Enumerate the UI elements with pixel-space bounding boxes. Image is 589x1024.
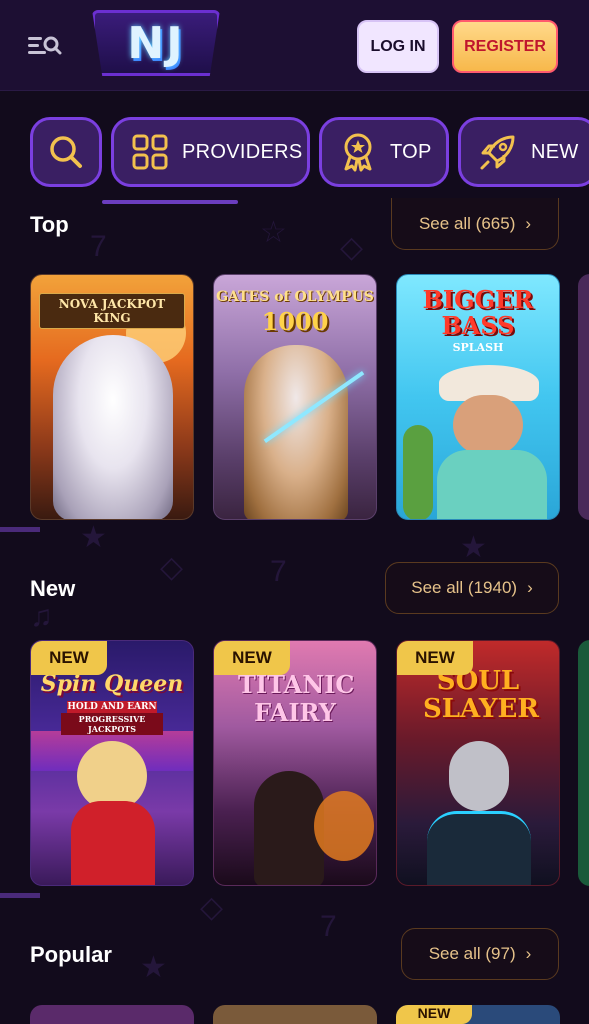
section-title-new: New: [30, 576, 76, 601]
new-badge: NEW: [31, 641, 107, 675]
chevron-right-icon: ›: [525, 213, 532, 233]
see-all-top-button[interactable]: See all (665) ›: [391, 198, 559, 250]
tab-top[interactable]: TOP: [319, 117, 449, 187]
logo-text: NJ: [127, 17, 185, 69]
game-title: TITANIC FAIRY: [238, 670, 355, 727]
game-card-nova-jackpot-king[interactable]: NOVA JACKPOT KING: [30, 274, 194, 520]
lion-figure: [53, 335, 173, 519]
register-button[interactable]: REGISTER: [452, 20, 558, 73]
game-card-partial[interactable]: [578, 640, 589, 886]
menu-search-button[interactable]: [26, 32, 62, 60]
tab-providers-label: PROVIDERS: [182, 140, 303, 163]
slayer-hair: [449, 741, 509, 811]
top-header: NJ LOG IN REGISTER: [0, 0, 589, 91]
site-logo[interactable]: NJ: [92, 10, 220, 76]
new-badge: NEW: [396, 1005, 472, 1024]
tab-top-label: TOP: [390, 140, 432, 163]
grid-icon: [132, 134, 168, 170]
see-all-new-label: See all (1940): [411, 578, 518, 597]
game-card-soul-slayer[interactable]: SOUL SLAYER NEW: [396, 640, 560, 886]
queen-dress: [71, 801, 155, 885]
game-card-spin-queen[interactable]: Spin Queen HOLD AND EARN PROGRESSIVE JAC…: [30, 640, 194, 886]
chevron-right-icon: ›: [527, 578, 533, 597]
new-badge: NEW: [214, 641, 290, 675]
tab-providers[interactable]: PROVIDERS: [111, 117, 310, 187]
fisherman-shirt: [437, 450, 547, 519]
game-card-gates-of-olympus[interactable]: GATES of OLYMPUS 1000: [213, 274, 377, 520]
see-all-new-button[interactable]: See all (1940) ›: [385, 562, 559, 614]
zeus-figure: [244, 345, 348, 519]
game-card-partial[interactable]: [578, 274, 589, 520]
see-all-popular-button[interactable]: See all (97) ›: [401, 928, 559, 980]
see-all-top-label: See all (665): [418, 213, 516, 233]
game-card-popular-3[interactable]: NEW: [396, 1005, 560, 1024]
game-card-titanic-fairy[interactable]: TITANIC FAIRY NEW: [213, 640, 377, 886]
game-tagline: PROGRESSIVE JACKPOTS: [61, 713, 163, 735]
menu-icon: [28, 36, 62, 55]
section-title-top: Top: [30, 212, 69, 237]
chevron-right-icon: ›: [525, 944, 532, 963]
rocket-icon: [480, 135, 515, 170]
game-subtitle: 1000: [261, 307, 329, 336]
login-button[interactable]: LOG IN: [357, 20, 439, 73]
game-title: BIGGER BASS: [422, 285, 534, 340]
game-card-bigger-bass-splash[interactable]: BIGGER BASS SPLASH: [396, 274, 560, 520]
fisherman-face: [453, 395, 523, 455]
game-title: NOVA JACKPOT KING: [39, 293, 185, 329]
section-title-popular: Popular: [30, 942, 112, 967]
see-all-popular-label: See all (97): [428, 944, 516, 963]
game-subtitle: HOLD AND EARN: [67, 701, 157, 713]
slayer-armor: [427, 811, 531, 885]
game-card-popular-2[interactable]: [213, 1005, 377, 1024]
category-tabs: PROVIDERS TOP NEW: [0, 117, 589, 193]
tab-new-label: NEW: [531, 140, 579, 163]
fish-shape: [403, 425, 433, 519]
game-title: SOUL SLAYER: [423, 666, 539, 724]
tab-active-indicator: [102, 200, 238, 204]
game-subtitle: SPLASH: [452, 341, 504, 354]
scroll-mark: [0, 893, 40, 898]
game-title: GATES of OLYMPUS: [216, 289, 374, 305]
award-icon: [344, 133, 372, 172]
tab-new[interactable]: NEW: [458, 117, 589, 187]
scroll-mark: [0, 527, 40, 532]
search-icon: [50, 136, 82, 168]
butterfly-wing: [314, 791, 374, 861]
new-badge: NEW: [397, 641, 473, 675]
tab-search[interactable]: [30, 117, 102, 187]
game-card-popular-1[interactable]: [30, 1005, 194, 1024]
